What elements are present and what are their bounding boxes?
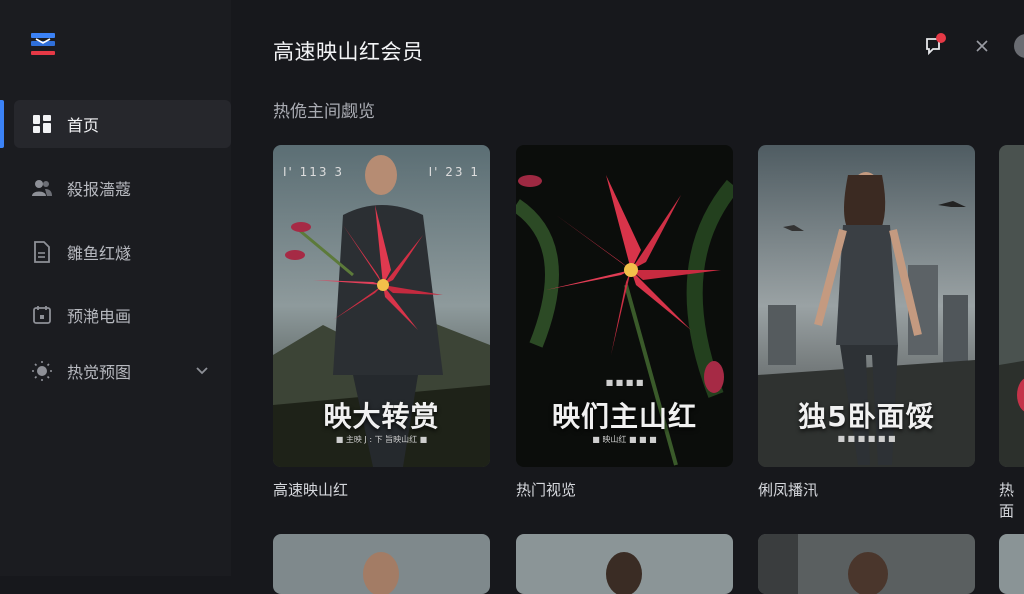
users-icon [30,176,54,200]
notification-button[interactable] [918,30,950,62]
movie-card[interactable]: I' 113 3 I' 23 1 映大转赏 ■ 主映 J : 下 旨映山红 ■ [273,145,490,467]
app-logo-icon[interactable] [30,31,58,59]
movie-card[interactable] [758,534,975,594]
poster-subtitle: ■ ■ ■ ■ ■ ■ [837,434,896,443]
sidebar-item-label: 雛鱼红燧 [67,244,132,263]
poster-image [273,534,490,594]
movie-card[interactable] [999,534,1024,594]
sidebar-item-trending[interactable]: 热觉预图 [14,347,231,395]
poster-title: 映们主山红 [551,400,697,433]
poster-top-subtitle: ■ ■ ■ ■ [605,378,644,387]
poster-subtitle: ■ 主映 J : 下 旨映山红 ■ [335,435,428,444]
poster-image [999,534,1024,594]
close-icon [976,40,988,52]
chevron-down-icon[interactable] [195,361,209,380]
close-button[interactable] [966,30,998,62]
movie-card[interactable] [999,145,1024,467]
sidebar-item-home[interactable]: 首页 [14,100,231,148]
poster-top-left-text: I' 113 3 [283,165,345,179]
section-title: 热佹主间觑览 [273,102,375,122]
poster-subtitle: ■ 映山红 ■ ■ ■ [592,435,657,444]
sidebar-item-documents[interactable]: 雛鱼红燧 [14,228,231,276]
avatar[interactable] [1014,34,1024,58]
poster-image [516,534,733,594]
movie-card[interactable]: 独5卧面馁 ■ ■ ■ ■ ■ ■ [758,145,975,467]
sidebar-item-label: 热觉预图 [67,363,132,382]
grid-icon [30,112,54,136]
poster-title: 独5卧面馁 [798,400,935,433]
active-indicator [0,100,4,148]
sidebar-item-calendar[interactable]: 预滟电画 [14,291,231,339]
poster-image [999,145,1024,467]
movie-card[interactable] [273,534,490,594]
page-title: 高速映山红会员 [273,40,424,64]
poster-title: 映大转赏 [323,400,440,433]
notification-badge [936,33,946,43]
sidebar-item-label: 预滟电画 [67,307,132,326]
sidebar-item-label: 首页 [67,116,100,135]
poster-image [758,534,975,594]
sidebar-item-label: 殺报濇蔻 [67,180,132,199]
sidebar-item-users[interactable]: 殺报濇蔻 [14,164,231,212]
main-content: 高速映山红会员 热佹主间觑览 I' 113 3 I' 23 1 映大转赏 ■ 主… [231,0,1024,594]
bulb-icon [30,359,54,383]
movie-card[interactable]: ■ ■ ■ ■ 映们主山红 ■ 映山红 ■ ■ ■ [516,145,733,467]
card-title[interactable]: 热门视览 [516,479,576,500]
document-icon [30,240,54,264]
movie-card[interactable] [516,534,733,594]
card-title[interactable]: 热面 [999,479,1024,521]
poster-top-right-text: I' 23 1 [428,165,480,179]
card-title[interactable]: 高速映山红 [273,479,348,500]
sidebar: 首页 殺报濇蔻 雛鱼红燧 预滟电画 热觉预图 [0,0,231,576]
header-actions [904,30,1024,62]
card-title[interactable]: 俐凤播汛 [758,479,818,500]
calendar-icon [30,303,54,327]
